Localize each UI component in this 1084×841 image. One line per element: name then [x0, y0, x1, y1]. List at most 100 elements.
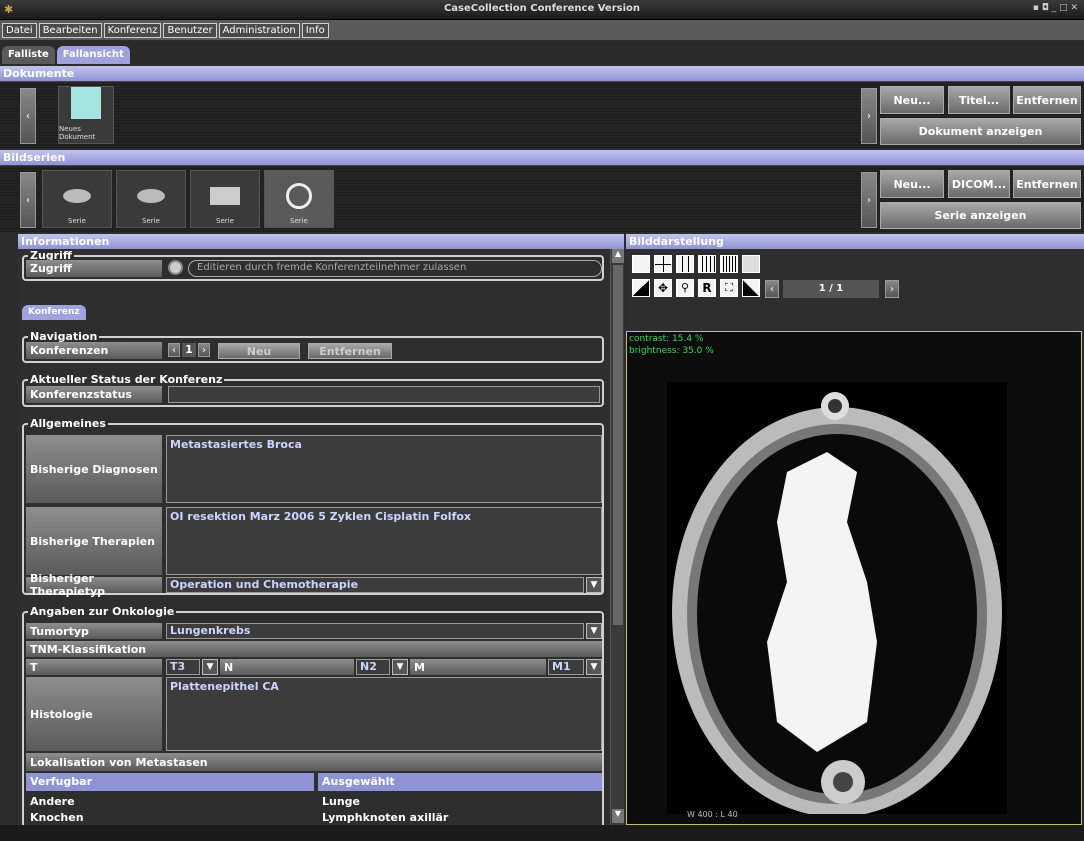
chevron-down-icon[interactable]: ▼	[586, 577, 602, 593]
series-thumbnail-3[interactable]: Serie	[190, 170, 260, 228]
zugriff-option-text[interactable]: Editieren durch fremde Konferenzteilnehm…	[188, 260, 602, 277]
contrast-icon[interactable]	[632, 279, 650, 297]
ct-thumb-icon	[137, 189, 165, 203]
n-label: N	[220, 659, 354, 675]
menu-administration[interactable]: Administration	[218, 23, 300, 38]
chevron-down-icon[interactable]: ▼	[586, 659, 602, 675]
n-select[interactable]: N2	[356, 659, 390, 675]
document-label: Neues Dokument	[59, 125, 96, 141]
doc-next-button[interactable]: ›	[861, 88, 877, 144]
scroll-up-icon[interactable]: ▲	[612, 249, 624, 263]
m-label: M	[410, 659, 546, 675]
scrollbar-thumb[interactable]	[613, 265, 623, 625]
image-next-button[interactable]: ›	[885, 280, 899, 298]
tab-fallansicht[interactable]: Fallansicht	[56, 46, 130, 64]
m-select[interactable]: M1	[548, 659, 584, 675]
therapien-field[interactable]: OI resektion Marz 2006 5 Zyklen Cisplati…	[166, 507, 602, 575]
document-thumbnail[interactable]: Neues Dokument	[58, 86, 114, 144]
window-title: CaseCollection Conference Version	[443, 3, 641, 14]
verfugbar-item[interactable]: Knochen	[30, 811, 84, 824]
main-tabs: Falliste Fallansicht	[0, 42, 1084, 64]
serie-anzeigen-button[interactable]: Serie anzeigen	[880, 202, 1081, 229]
menu-konferenz[interactable]: Konferenz	[103, 23, 162, 38]
menu-datei[interactable]: Datei	[2, 23, 37, 38]
layout-3x3-icon[interactable]	[676, 255, 694, 273]
verfugbar-header: Verfugbar	[26, 773, 314, 791]
viewer-toolbar: ✥ ⚲ R ⛶ ‹ 1 / 1 ›	[626, 249, 1084, 331]
status-bar	[0, 825, 1084, 841]
konferenzstatus-label: Konferenzstatus	[26, 386, 162, 403]
pan-icon[interactable]: ✥	[654, 279, 672, 297]
verfugbar-item[interactable]: Andere	[30, 795, 75, 808]
invert-icon[interactable]	[742, 279, 760, 297]
series-neu-button[interactable]: Neu...	[880, 170, 944, 198]
t-select[interactable]: T3	[166, 659, 200, 675]
layout-1x1-icon[interactable]	[632, 255, 650, 273]
layout-4x4-icon[interactable]	[698, 255, 716, 273]
series-thumbnail-4[interactable]: Serie	[264, 170, 334, 228]
konferenz-page: 1	[182, 343, 196, 357]
menu-bearbeiten[interactable]: Bearbeiten	[38, 23, 102, 38]
window-controls[interactable]: ▪ ◘ _ □ ✕	[1033, 3, 1078, 13]
info-scrollbar[interactable]: ▲ ▼	[610, 249, 624, 825]
series-entfernen-button[interactable]: Entfernen	[1013, 170, 1081, 198]
ct-thumb-icon	[210, 187, 240, 205]
document-icon	[71, 87, 101, 119]
menu-bar: Datei Bearbeiten Konferenz Benutzer Admi…	[0, 20, 1084, 40]
konferenzen-label: Konferenzen	[26, 342, 162, 359]
konferenz-next-button[interactable]: ›	[198, 343, 210, 357]
doc-titel-button[interactable]: Titel...	[948, 86, 1010, 114]
image-prev-button[interactable]: ‹	[765, 280, 779, 298]
doc-neu-button[interactable]: Neu...	[880, 86, 944, 114]
brightness-readout: brightness: 35.0 %	[629, 346, 714, 356]
ausgewahlt-item[interactable]: Lymphknoten axillär	[322, 811, 448, 824]
chevron-down-icon[interactable]: ▼	[586, 623, 602, 639]
konferenzstatus-field[interactable]	[168, 386, 600, 403]
tab-konferenz[interactable]: Konferenz	[22, 305, 86, 320]
series-label: Serie	[290, 217, 308, 225]
onkologie-group-label: Angaben zur Onkologie	[28, 605, 177, 618]
therapien-label: Bisherige Therapien	[26, 507, 162, 575]
reset-icon[interactable]: R	[698, 279, 716, 297]
ct-scan-image	[667, 382, 1007, 817]
zoom-icon[interactable]: ⚲	[676, 279, 694, 297]
series-label: Serie	[216, 217, 234, 225]
allgemeines-group-label: Allgemeines	[28, 417, 108, 430]
ausgewahlt-header: Ausgewählt	[318, 773, 602, 791]
chevron-down-icon[interactable]: ▼	[392, 659, 408, 675]
chevron-down-icon[interactable]: ▼	[202, 659, 218, 675]
doc-prev-button[interactable]: ‹	[20, 88, 36, 144]
bilddarstellung-header: Bilddarstellung	[626, 234, 1084, 249]
series-dicom-button[interactable]: DICOM...	[948, 170, 1010, 198]
image-page-indicator: 1 / 1	[783, 280, 879, 298]
zugriff-label: Zugriff	[26, 260, 162, 277]
histologie-label: Histologie	[26, 677, 162, 751]
konferenz-neu-button[interactable]: Neu	[218, 343, 300, 359]
konferenz-prev-button[interactable]: ‹	[168, 343, 180, 357]
dokumente-strip: ‹ Neues Dokument › Neu... Titel... Entfe…	[0, 81, 1084, 148]
layout-5x5-icon[interactable]	[720, 255, 738, 273]
scroll-down-icon[interactable]: ▼	[612, 809, 624, 823]
tumortyp-select[interactable]: Lungenkrebs	[166, 623, 584, 639]
therapietyp-label: Bisheriger Therapietyp	[26, 572, 162, 598]
histologie-field[interactable]: Plattenepithel CA	[166, 677, 602, 751]
diagnosen-field[interactable]: Metastasiertes Broca	[166, 435, 602, 503]
menu-benutzer[interactable]: Benutzer	[163, 23, 217, 38]
layout-2x2-icon[interactable]	[654, 255, 672, 273]
ct-image-viewport[interactable]: contrast: 15.4 % brightness: 35.0 % W 40…	[626, 331, 1082, 825]
tab-falliste[interactable]: Falliste	[2, 46, 55, 64]
series-thumbnail-2[interactable]: Serie	[116, 170, 186, 228]
dokument-anzeigen-button[interactable]: Dokument anzeigen	[880, 118, 1081, 145]
doc-entfernen-button[interactable]: Entfernen	[1013, 86, 1081, 114]
series-next-button[interactable]: ›	[861, 172, 877, 228]
series-prev-button[interactable]: ‹	[20, 172, 36, 228]
ausgewahlt-item[interactable]: Lunge	[322, 795, 360, 808]
layout-custom-icon[interactable]	[742, 255, 760, 273]
zugriff-toggle[interactable]	[168, 260, 183, 275]
menu-info[interactable]: Info	[301, 23, 329, 38]
konferenz-entfernen-button[interactable]: Entfernen	[308, 343, 392, 359]
therapietyp-select[interactable]: Operation und Chemotherapie	[166, 577, 584, 593]
informationen-header: Informationen	[18, 234, 624, 249]
series-thumbnail-1[interactable]: Serie	[42, 170, 112, 228]
fit-icon[interactable]: ⛶	[720, 279, 738, 297]
